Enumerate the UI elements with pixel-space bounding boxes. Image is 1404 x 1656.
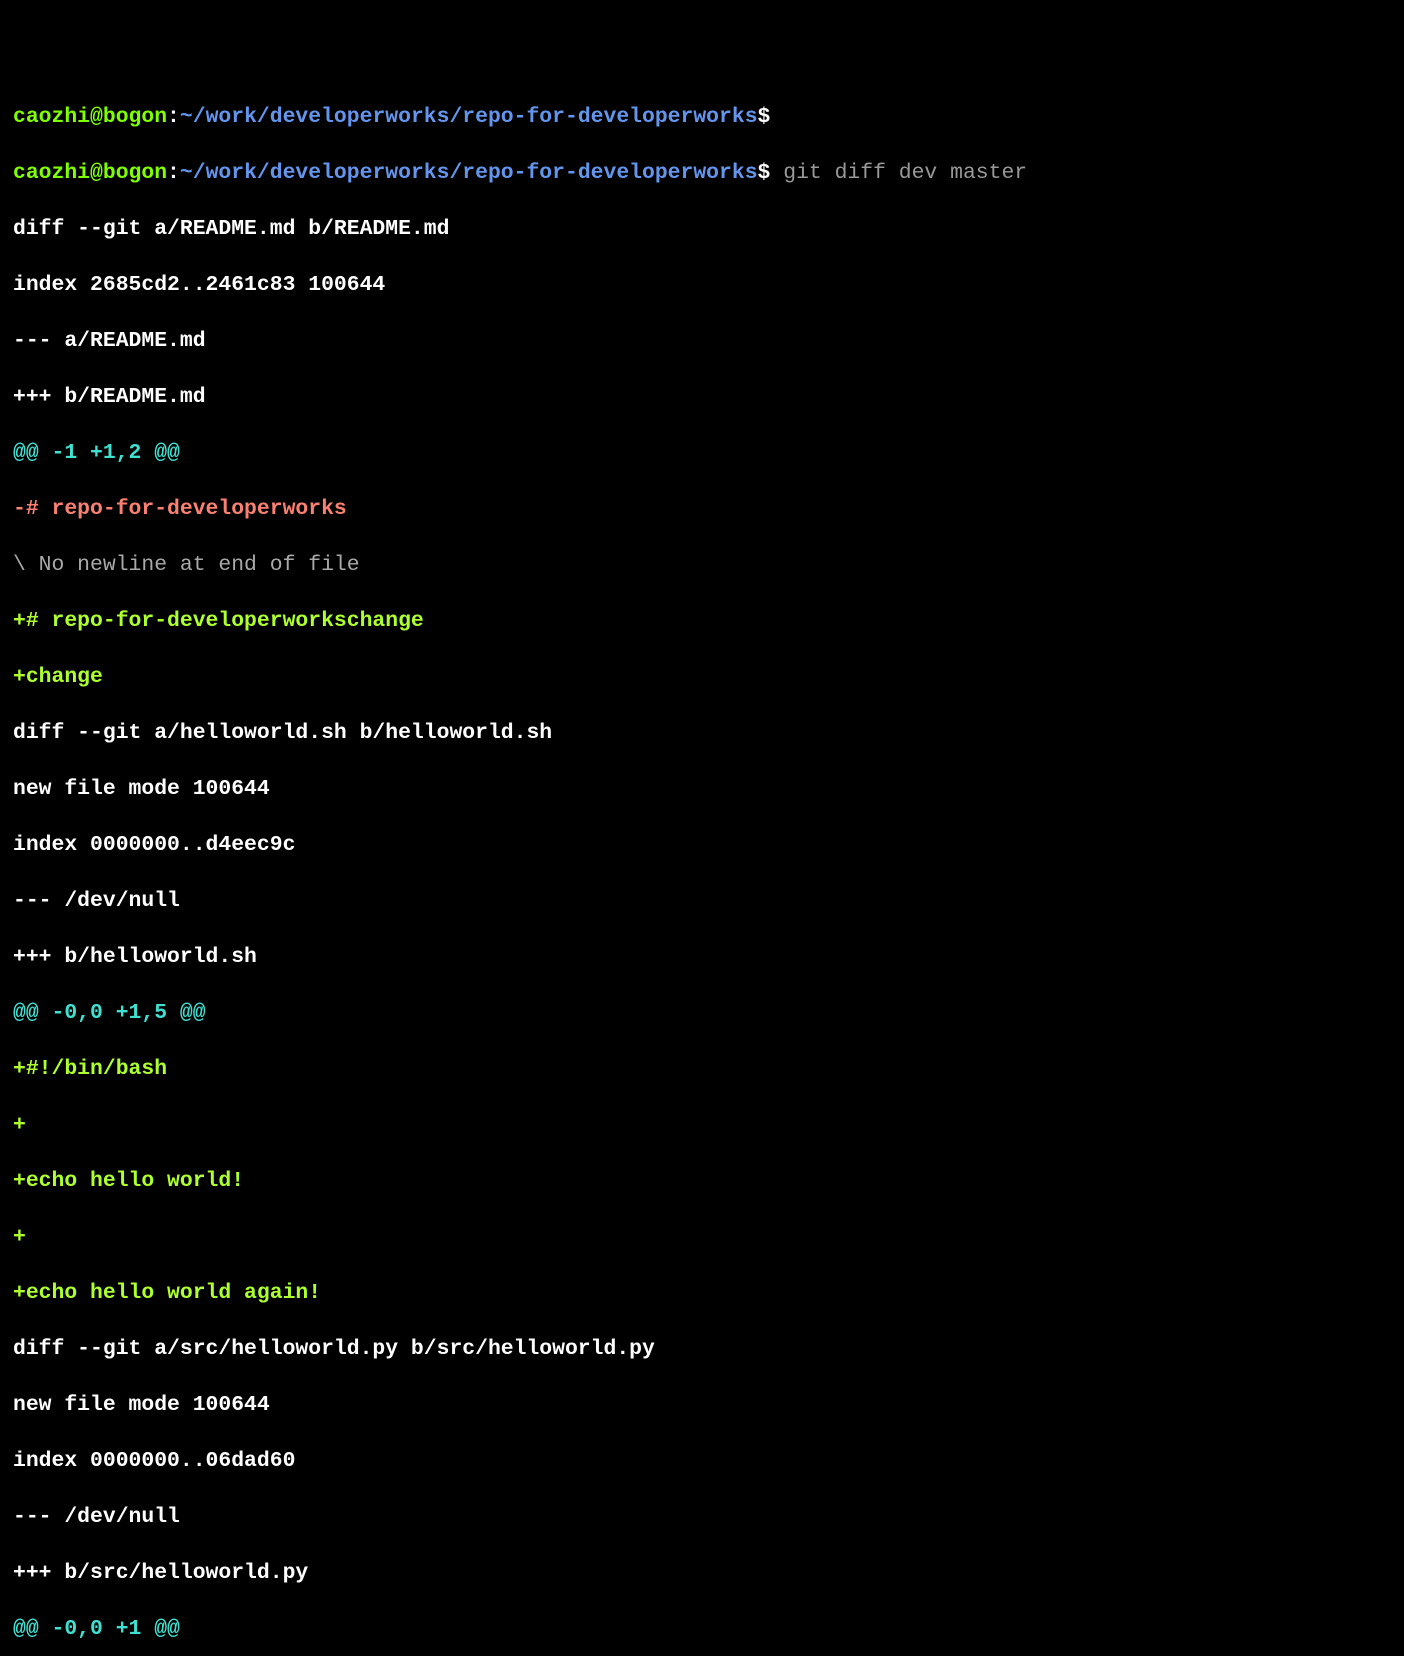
diff-newfile: new file mode 100644: [0, 775, 1404, 803]
diff-addition: +# repo-for-developerworkschange: [0, 607, 1404, 635]
diff-hunk: @@ -1 +1,2 @@: [0, 439, 1404, 467]
diff-addition: +change: [0, 663, 1404, 691]
prompt-user-host: caozhi@bogon: [13, 105, 167, 129]
diff-addition: +: [0, 1111, 1404, 1139]
diff-addition: +echo hello world again!: [0, 1279, 1404, 1307]
terminal-prompt-line[interactable]: caozhi@bogon:~/work/developerworks/repo-…: [0, 159, 1404, 187]
diff-file-b: +++ b/helloworld.sh: [0, 943, 1404, 971]
diff-addition: +: [0, 1223, 1404, 1251]
diff-newfile: new file mode 100644: [0, 1391, 1404, 1419]
diff-file-b: +++ b/README.md: [0, 383, 1404, 411]
diff-index: index 0000000..06dad60: [0, 1447, 1404, 1475]
diff-file-a: --- a/README.md: [0, 327, 1404, 355]
prompt-path: ~/work/developerworks/repo-for-developer…: [180, 105, 758, 129]
diff-file-b: +++ b/src/helloworld.py: [0, 1559, 1404, 1587]
diff-hunk: @@ -0,0 +1,5 @@: [0, 999, 1404, 1027]
command-input: git diff dev master: [770, 161, 1027, 185]
prompt-dollar: $: [758, 161, 771, 185]
terminal-prompt-line[interactable]: caozhi@bogon:~/work/developerworks/repo-…: [0, 103, 1404, 131]
prompt-user-host: caozhi@bogon: [13, 161, 167, 185]
diff-deletion: -# repo-for-developerworks: [0, 495, 1404, 523]
prompt-path: ~/work/developerworks/repo-for-developer…: [180, 161, 758, 185]
prompt-dollar: $: [758, 105, 771, 129]
diff-addition: +#!/bin/bash: [0, 1055, 1404, 1083]
diff-file-a: --- /dev/null: [0, 887, 1404, 915]
diff-header: diff --git a/README.md b/README.md: [0, 215, 1404, 243]
diff-file-a: --- /dev/null: [0, 1503, 1404, 1531]
diff-index: index 0000000..d4eec9c: [0, 831, 1404, 859]
diff-header: diff --git a/helloworld.sh b/helloworld.…: [0, 719, 1404, 747]
diff-index: index 2685cd2..2461c83 100644: [0, 271, 1404, 299]
diff-header: diff --git a/src/helloworld.py b/src/hel…: [0, 1335, 1404, 1363]
diff-comment: \ No newline at end of file: [0, 551, 1404, 579]
prompt-colon: :: [167, 105, 180, 129]
diff-hunk: @@ -0,0 +1 @@: [0, 1615, 1404, 1643]
diff-addition: +echo hello world!: [0, 1167, 1404, 1195]
prompt-colon: :: [167, 161, 180, 185]
